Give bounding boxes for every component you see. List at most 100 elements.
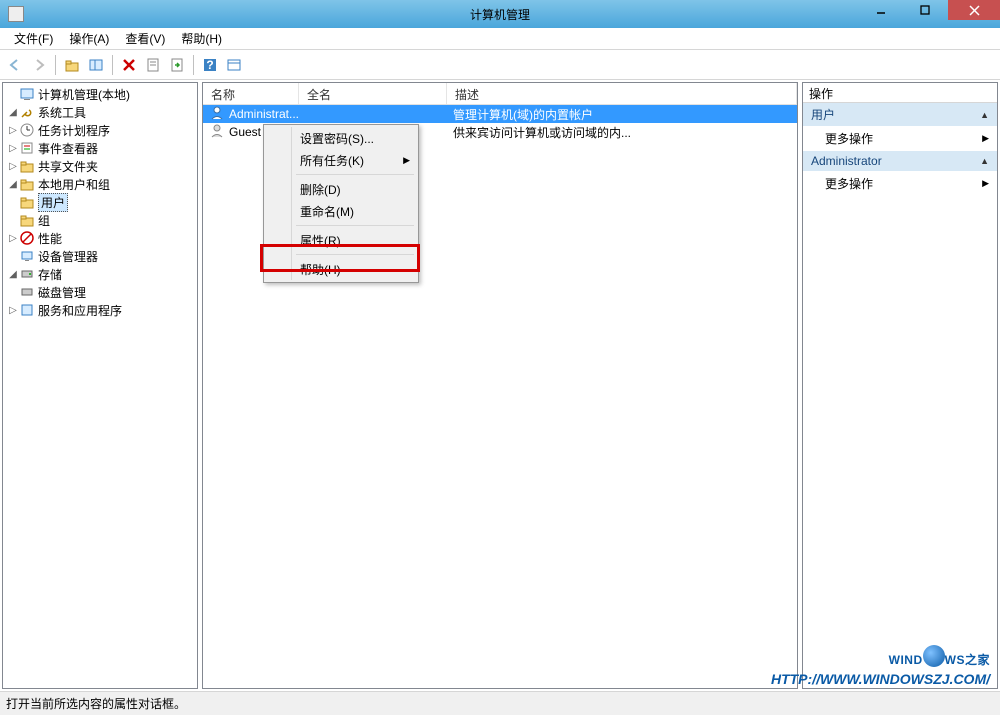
collapse-icon[interactable]: ◢ — [7, 107, 19, 118]
tree-node-system-tools[interactable]: ◢ 系统工具 — [3, 103, 197, 121]
collapse-caret-icon[interactable]: ▲ — [980, 110, 989, 120]
ctx-label: 删除(D) — [300, 181, 341, 198]
ctx-label: 重命名(M) — [300, 203, 354, 220]
tree-node-shared-folders[interactable]: ▷ 共享文件夹 — [3, 157, 197, 175]
tree-node-storage[interactable]: ◢ 存储 — [3, 265, 197, 283]
tree-node-users[interactable]: 用户 — [3, 193, 197, 211]
row-name-text: Guest — [229, 125, 261, 139]
actions-group-title-text: 用户 — [811, 106, 835, 123]
submenu-arrow-icon: ▶ — [982, 133, 989, 144]
disk-icon — [19, 284, 35, 300]
help-button[interactable]: ? — [199, 54, 221, 76]
tree-label: 服务和应用程序 — [38, 302, 122, 319]
toolbar-separator — [112, 55, 113, 75]
users-groups-icon — [19, 176, 35, 192]
menu-action[interactable]: 操作(A) — [61, 28, 117, 49]
actions-header: 操作 — [803, 83, 997, 103]
tree-node-services-apps[interactable]: ▷ 服务和应用程序 — [3, 301, 197, 319]
menu-view[interactable]: 查看(V) — [117, 28, 173, 49]
ctx-label: 属性(R) — [300, 232, 341, 249]
tree-label: 组 — [38, 212, 50, 229]
row-name-text: Administrat... — [229, 107, 299, 121]
ctx-help[interactable]: 帮助(H) — [266, 258, 416, 280]
tree-label: 任务计划程序 — [38, 122, 110, 139]
tree-label: 用户 — [38, 193, 68, 212]
ctx-rename[interactable]: 重命名(M) — [266, 200, 416, 222]
actions-more-administrator[interactable]: 更多操作 ▶ — [803, 171, 997, 196]
tree-node-task-scheduler[interactable]: ▷ 任务计划程序 — [3, 121, 197, 139]
collapse-caret-icon[interactable]: ▲ — [980, 156, 989, 166]
ctx-all-tasks[interactable]: 所有任务(K) ▶ — [266, 149, 416, 171]
tree-node-event-viewer[interactable]: ▷ 事件查看器 — [3, 139, 197, 157]
expand-icon[interactable]: ▷ — [7, 143, 19, 154]
tree-node-local-users-groups[interactable]: ◢ 本地用户和组 — [3, 175, 197, 193]
view-options-button[interactable] — [223, 54, 245, 76]
shared-folder-icon — [19, 158, 35, 174]
submenu-arrow-icon: ▶ — [403, 155, 410, 166]
console-tree[interactable]: 计算机管理(本地) ◢ 系统工具 ▷ 任务计划程序 ▷ 事件查看器 ▷ 共享文件… — [3, 83, 197, 321]
tree-node-device-manager[interactable]: 设备管理器 — [3, 247, 197, 265]
ctx-label: 帮助(H) — [300, 261, 341, 278]
actions-group-administrator[interactable]: Administrator ▲ — [803, 151, 997, 171]
actions-pane: 操作 用户 ▲ 更多操作 ▶ Administrator ▲ 更多操作 ▶ — [802, 82, 998, 689]
ctx-delete[interactable]: 删除(D) — [266, 178, 416, 200]
actions-group-users[interactable]: 用户 ▲ — [803, 103, 997, 126]
device-manager-icon — [19, 248, 35, 264]
tree-pane: 计算机管理(本地) ◢ 系统工具 ▷ 任务计划程序 ▷ 事件查看器 ▷ 共享文件… — [2, 82, 198, 689]
toolbar: ? — [0, 50, 1000, 80]
toolbar-separator — [193, 55, 194, 75]
tree-label: 磁盘管理 — [38, 284, 86, 301]
cell-description: 供来宾访问计算机或访问域的内... — [447, 124, 797, 141]
ctx-label: 所有任务(K) — [300, 152, 364, 169]
menubar: 文件(F) 操作(A) 查看(V) 帮助(H) — [0, 28, 1000, 50]
nav-forward-button[interactable] — [28, 54, 50, 76]
ctx-set-password[interactable]: 设置密码(S)... — [266, 127, 416, 149]
tools-icon — [19, 104, 35, 120]
column-name[interactable]: 名称 — [203, 83, 299, 104]
list-row-administrator[interactable]: Administrat... 管理计算机(域)的内置帐户 — [203, 105, 797, 123]
export-button[interactable] — [166, 54, 188, 76]
tree-label: 系统工具 — [38, 104, 86, 121]
toolbar-separator — [55, 55, 56, 75]
cell-description: 管理计算机(域)的内置帐户 — [447, 106, 797, 123]
ctx-properties[interactable]: 属性(R) — [266, 229, 416, 251]
tree-label: 计算机管理(本地) — [38, 86, 130, 103]
show-hide-tree-button[interactable] — [85, 54, 107, 76]
close-button[interactable] — [948, 0, 1000, 20]
expand-icon[interactable]: ▷ — [7, 233, 19, 244]
maximize-button[interactable] — [903, 0, 947, 20]
computer-management-icon — [19, 86, 35, 102]
collapse-icon[interactable]: ◢ — [7, 179, 19, 190]
tree-label: 设备管理器 — [38, 248, 98, 265]
expand-icon[interactable]: ▷ — [7, 161, 19, 172]
list-header: 名称 全名 描述 — [203, 83, 797, 105]
cell-name: Administrat... — [203, 105, 299, 124]
nav-back-button[interactable] — [4, 54, 26, 76]
delete-button[interactable] — [118, 54, 140, 76]
storage-icon — [19, 266, 35, 282]
tree-label: 性能 — [38, 230, 62, 247]
menu-help[interactable]: 帮助(H) — [173, 28, 230, 49]
tree-label: 事件查看器 — [38, 140, 98, 157]
user-icon — [209, 123, 225, 142]
folder-icon — [19, 212, 35, 228]
services-icon — [19, 302, 35, 318]
main-area: 计算机管理(本地) ◢ 系统工具 ▷ 任务计划程序 ▷ 事件查看器 ▷ 共享文件… — [0, 80, 1000, 691]
menu-file[interactable]: 文件(F) — [6, 28, 61, 49]
column-fullname[interactable]: 全名 — [299, 83, 447, 104]
up-folder-button[interactable] — [61, 54, 83, 76]
tree-node-root[interactable]: 计算机管理(本地) — [3, 85, 197, 103]
expand-icon[interactable]: ▷ — [7, 125, 19, 136]
tree-node-disk-management[interactable]: 磁盘管理 — [3, 283, 197, 301]
minimize-button[interactable] — [859, 0, 903, 20]
tree-node-performance[interactable]: ▷ 性能 — [3, 229, 197, 247]
app-icon — [8, 6, 24, 22]
ctx-label: 设置密码(S)... — [300, 130, 374, 147]
context-menu-separator — [296, 174, 414, 175]
collapse-icon[interactable]: ◢ — [7, 269, 19, 280]
properties-button[interactable] — [142, 54, 164, 76]
tree-node-groups[interactable]: 组 — [3, 211, 197, 229]
actions-more-users[interactable]: 更多操作 ▶ — [803, 126, 997, 151]
expand-icon[interactable]: ▷ — [7, 305, 19, 316]
column-description[interactable]: 描述 — [447, 83, 797, 104]
